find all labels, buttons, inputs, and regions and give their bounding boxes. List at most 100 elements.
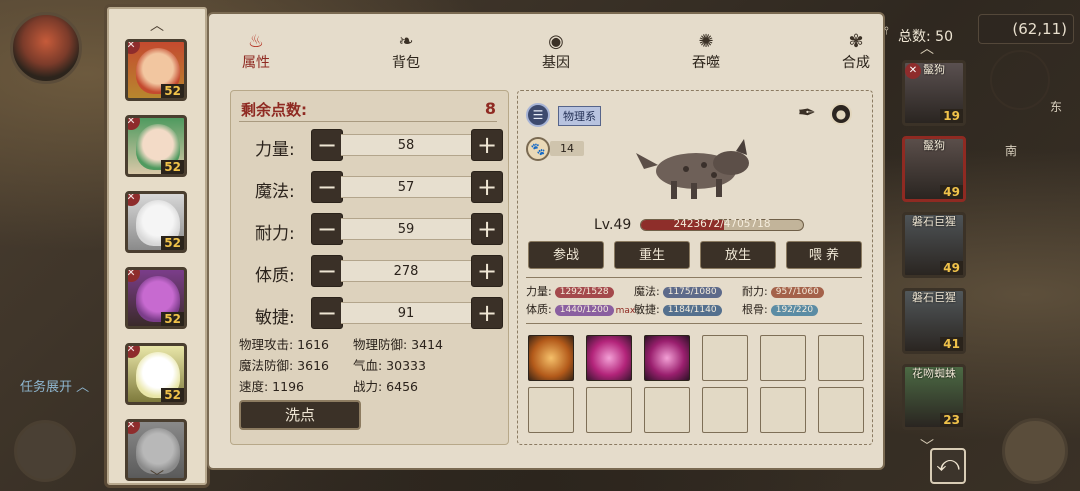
hero-level: 52 [161,312,184,326]
decrease-button[interactable]: − [311,171,343,203]
tab-shell[interactable]: ✾ 合成 [821,32,891,72]
captured-pet-card[interactable]: 鬣狗 49 [902,136,966,202]
hero-level: 52 [161,160,184,174]
pet-action-button[interactable]: 重生 [614,241,690,269]
increase-button[interactable]: + [471,297,503,329]
empty-skill-slot[interactable] [702,335,748,381]
empty-skill-slot[interactable] [818,335,864,381]
tab-flame[interactable]: ♨ 属性 [221,32,291,72]
coords-display: (62,11) [978,14,1074,44]
chevron-up-icon: ︿ [72,380,90,395]
pet-action-button[interactable]: 喂 养 [786,241,862,269]
pet-action-button[interactable]: 参战 [528,241,604,269]
compass-south-label: 南 [1005,144,1018,158]
list-icon[interactable]: ☰ [526,103,550,127]
player-avatar[interactable] [10,12,82,84]
roster-up-chevron-icon[interactable]: ︿ [107,15,207,35]
pet-detail-panel: ☰ 物理系 🐾 14 ✒ ● Lv.49 2423672/4705718 参战重… [517,90,873,445]
empty-skill-slot[interactable] [586,387,632,433]
remove-icon[interactable]: ✕ [128,118,140,130]
task-expand-label: 任务展开 [20,380,73,395]
vortex-skill-icon[interactable] [586,335,632,381]
task-expand-button[interactable]: 任务展开 ︿ [20,376,89,395]
decrease-button[interactable]: − [311,129,343,161]
roster-hero[interactable]: ✕ 52 [125,267,187,329]
empty-skill-slot[interactable] [528,387,574,433]
decrease-button[interactable]: − [311,213,343,245]
roster-hero[interactable]: ✕ 52 [125,39,187,101]
increase-button[interactable]: + [471,129,503,161]
attribute-value: 58 [341,134,471,156]
attribute-label: 体质: [255,266,295,286]
hero-level: 52 [161,236,184,250]
remaining-points-value: 8 [484,99,496,118]
pet-level: Lv.49 [594,217,632,233]
pet-stat: 体质: 1440/1200 max [526,301,635,317]
decrease-button[interactable]: − [311,297,343,329]
remove-icon[interactable]: ✕ [128,346,140,358]
tab-bag[interactable]: ❧ 背包 [371,32,441,72]
flame-icon: ♨ [247,31,265,52]
increase-button[interactable]: + [471,213,503,245]
lock-icon[interactable]: ● [830,103,852,125]
wash-points-button[interactable]: 洗点 [239,400,361,430]
pet-stat-bar: 1184/1140 [662,304,722,316]
roster-down-chevron-icon[interactable]: ﹀ [107,467,207,487]
paw-count: 14 [550,141,584,156]
roster-hero[interactable]: ✕ 52 [125,191,187,253]
pet-type-badge: 物理系 [558,106,601,126]
minimap-ring [990,50,1050,110]
arrow-skill-icon[interactable] [644,335,690,381]
pet-action-button[interactable]: 放生 [700,241,776,269]
divider [526,277,862,278]
captured-pet-card[interactable]: 磐石巨猩 41 [902,288,966,354]
roster-hero[interactable]: ✕ 52 [125,343,187,405]
skill-ring-right[interactable] [1002,418,1068,484]
burst-skill-icon[interactable] [528,335,574,381]
hero-roster[interactable]: ︿ ✕ 52 ✕ 52 ✕ 52 ✕ 52 ✕ 52 ✕ ﹀ [104,4,210,488]
tab-label: 属性 [242,55,270,71]
empty-skill-slot[interactable] [702,387,748,433]
increase-button[interactable]: + [471,171,503,203]
empty-skill-slot[interactable] [760,387,806,433]
pet-stat-bar: 957/1060 [770,286,824,298]
attribute-value: 91 [341,302,471,324]
attribute-panel: 剩余点数: 8 力量: −58 + 魔法: −57 + 耐力: −59 + 体质: −278 + 敏捷:… [230,90,509,445]
roster-hero[interactable]: ✕ 52 [125,115,187,177]
compass-east-label: 东 [1050,100,1063,114]
back-arrow-icon[interactable]: ⤺ [930,448,966,484]
skill-ring-left[interactable] [14,420,76,482]
captured-pet-level: 41 [940,337,963,351]
pet-stat-label: 力量: [526,285,552,298]
remove-icon[interactable]: ✕ [128,422,140,434]
pet-stat-label: 体质: [526,303,552,316]
bag-icon: ❧ [398,31,414,52]
tab-eye[interactable]: ◉ 基因 [521,32,591,72]
captured-pet-card[interactable]: 磐石巨猩 49 [902,212,966,278]
empty-skill-slot[interactable] [818,387,864,433]
remove-icon[interactable]: ✕ [128,42,140,54]
pet-stat-max: max [615,306,636,316]
pin-icon: ⫯ [884,24,889,37]
attribute-label: 敏捷: [255,308,295,328]
derived-stat: 战力: 6456 [353,379,418,394]
increase-button[interactable]: + [471,255,503,287]
eye-icon: ◉ [548,31,564,52]
derived-stat: 物理攻击: 1616 [239,337,329,352]
quill-icon[interactable]: ✒ [798,101,816,126]
tab-label: 基因 [542,55,570,71]
captured-pet-card[interactable]: 花吻蜘蛛 23 [902,364,966,430]
captured-list[interactable]: 鬣狗 19 ✕ 鬣狗 49 磐石巨猩 49 磐石巨猩 41 花吻蜘蛛 23 [892,36,972,450]
captured-pet-card[interactable]: 鬣狗 19 ✕ [902,60,966,126]
decrease-button[interactable]: − [311,255,343,287]
pet-stat-label: 敏捷: [634,303,660,316]
remove-icon[interactable]: ✕ [905,63,921,79]
attribute-row: 耐力: −59 + [231,213,508,245]
attribute-row: 体质: −278 + [231,255,508,287]
empty-skill-slot[interactable] [760,335,806,381]
tab-label: 合成 [842,55,870,71]
tab-swirl[interactable]: ✺ 吞噬 [671,32,741,72]
remove-icon[interactable]: ✕ [128,270,140,282]
empty-skill-slot[interactable] [644,387,690,433]
remove-icon[interactable]: ✕ [128,194,140,206]
